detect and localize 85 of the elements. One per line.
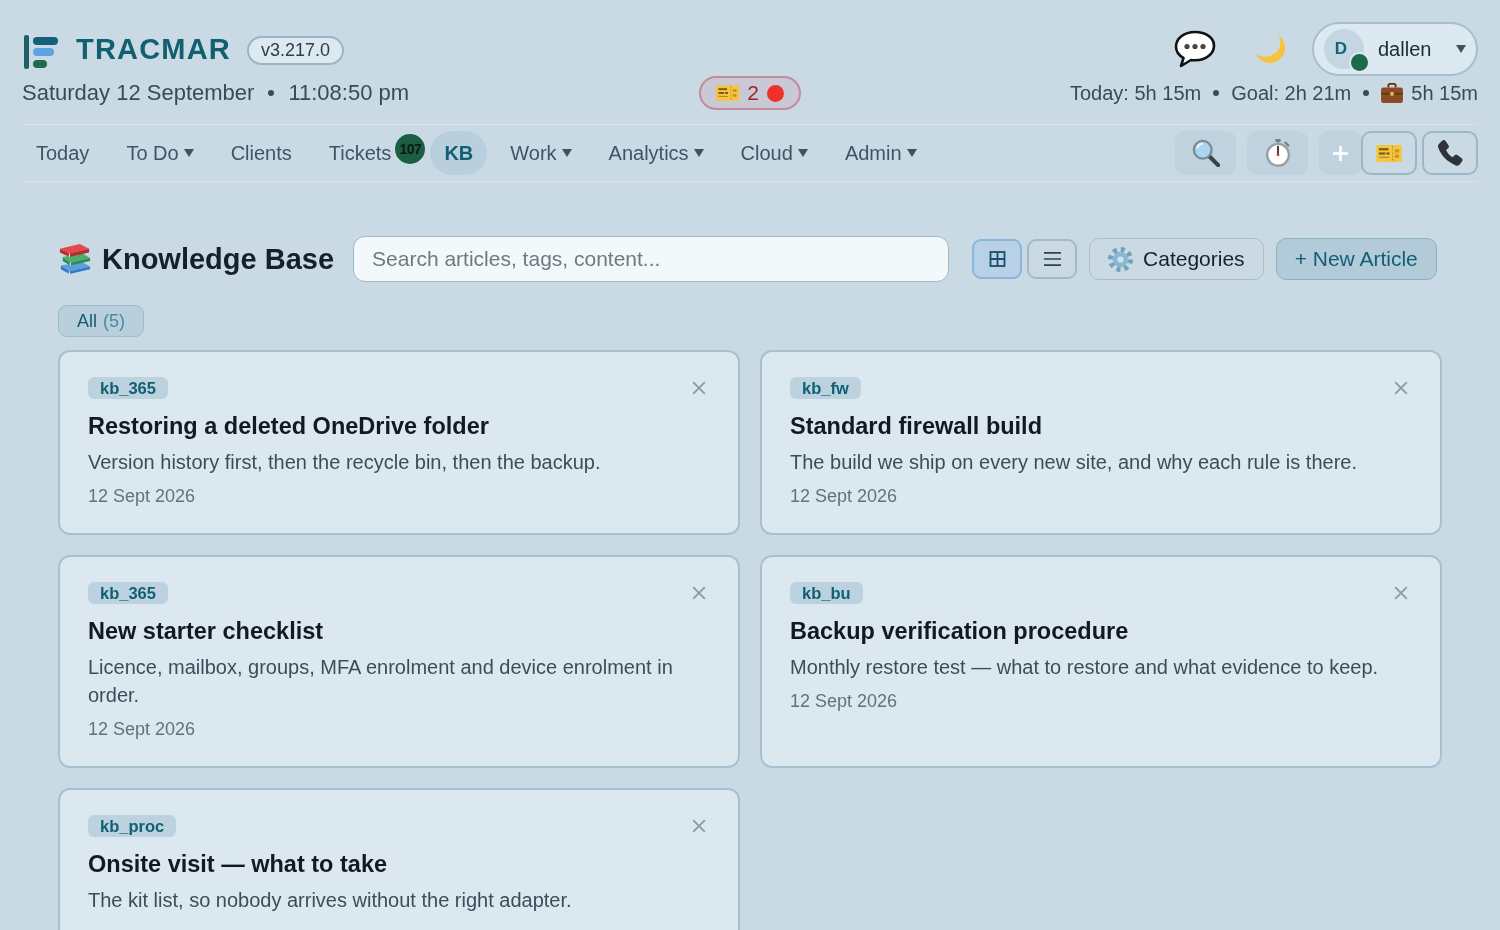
- close-button[interactable]: [690, 379, 708, 397]
- article-date: 12 Sept 2026: [88, 486, 197, 507]
- article-title: Standard firewall build: [790, 412, 1043, 440]
- nav-item[interactable]: Tickets 107: [314, 131, 430, 175]
- close-icon: [692, 381, 706, 395]
- article-title: New starter checklist: [88, 617, 325, 645]
- close-button[interactable]: [1392, 379, 1410, 397]
- article-card[interactable]: kb_fw Standard firewall build The build we ship on every new site, and why each rule is there. 12 Sept 2026: [760, 350, 1442, 535]
- article-summary: Licence, mailbox, groups, MFA enrolment and device enrolment in order.: [88, 655, 674, 708]
- phone-icon: [1436, 139, 1464, 167]
- close-icon: [1394, 381, 1408, 395]
- article-card[interactable]: kb_365 New starter checklist Licence, mailbox, groups, MFA enrolment and device enrolment in order. 12 Sept 2026: [58, 555, 740, 768]
- close-button[interactable]: [690, 817, 708, 835]
- bullet-icon: [1213, 90, 1220, 96]
- filter-count: (5): [103, 310, 125, 332]
- close-icon: [692, 819, 706, 833]
- logo-icon: [24, 35, 58, 69]
- nav-item[interactable]: To Do: [112, 131, 208, 175]
- time-stat: Today: 5h 15m: [1070, 81, 1202, 105]
- new-article-button[interactable]: + New Article: [1275, 238, 1437, 280]
- grid-view-button[interactable]: [972, 239, 1023, 279]
- search-button[interactable]: [1175, 131, 1236, 175]
- article-tag: kb_365: [88, 377, 168, 399]
- status-dot-icon: [766, 84, 784, 102]
- caret-icon: [1456, 45, 1466, 53]
- list-view-button[interactable]: [1027, 239, 1078, 279]
- article-date: 12 Sept 2026: [790, 691, 899, 712]
- current-time: 11:08:50 pm: [288, 80, 410, 106]
- article-title: Backup verification procedure: [790, 617, 1130, 645]
- article-summary: The kit list, so nobody arrives without the right adapter.: [88, 888, 573, 913]
- close-icon: [692, 586, 706, 600]
- nav-item[interactable]: Cloud: [726, 131, 822, 175]
- article-card[interactable]: kb_proc Onsite visit — what to take The kit list, so nobody arrives without the right adapter.: [58, 788, 740, 930]
- grid-icon: [988, 251, 1006, 267]
- article-date: 12 Sept 2026: [790, 486, 899, 507]
- books-icon: [58, 243, 92, 275]
- filter-chip[interactable]: All (5): [58, 305, 144, 337]
- bullet-icon: [268, 90, 275, 96]
- article-tag: kb_fw: [790, 377, 861, 399]
- article-tag: kb_365: [88, 582, 168, 604]
- article-tag: kb_proc: [88, 815, 177, 837]
- nav-item[interactable]: Work: [496, 131, 586, 175]
- nav-item[interactable]: Analytics: [594, 131, 718, 175]
- ticket-icon: [716, 85, 740, 101]
- search-field[interactable]: Search articles, tags, content...: [353, 236, 950, 282]
- version-badge: v3.217.0: [247, 36, 345, 65]
- article-date: 12 Sept 2026: [88, 719, 197, 740]
- nav-item[interactable]: Clients: [216, 131, 306, 175]
- article-summary: The build we ship on every new site, and why each rule is there.: [790, 450, 1358, 475]
- user-menu-button[interactable]: D dallen: [1312, 22, 1478, 76]
- briefcase-icon: [1381, 83, 1404, 103]
- timer-button[interactable]: [1247, 131, 1308, 175]
- search-icon: [1191, 139, 1220, 167]
- user-name: dallen: [1378, 37, 1433, 61]
- gear-icon: [1108, 246, 1134, 272]
- nav-item[interactable]: Admin: [830, 131, 931, 175]
- speech-bubble-icon[interactable]: [1174, 30, 1216, 68]
- stopwatch-icon: [1263, 139, 1292, 167]
- close-button[interactable]: [690, 584, 708, 602]
- tickets-button[interactable]: [1361, 131, 1417, 175]
- article-tag: kb_bu: [790, 582, 863, 604]
- nav-item[interactable]: Today: [22, 131, 104, 175]
- list-icon: [1043, 251, 1061, 267]
- categories-button[interactable]: Categories: [1089, 238, 1264, 280]
- close-icon: [1394, 586, 1408, 600]
- app-name: TRACMAR: [76, 32, 231, 66]
- ticket-icon: [1376, 144, 1402, 162]
- current-date: Saturday 12 September: [22, 80, 255, 106]
- time-stat: 5h 15m: [1411, 81, 1478, 105]
- ticket-alert-button[interactable]: 2: [699, 76, 801, 110]
- time-stat: Goal: 2h 21m: [1231, 81, 1352, 105]
- article-summary: Version history first, then the recycle bin, then the backup.: [88, 450, 602, 475]
- page-title: Knowledge Base: [102, 242, 335, 276]
- count-badge: 107: [395, 134, 426, 164]
- phone-button[interactable]: [1422, 131, 1478, 175]
- add-button[interactable]: [1319, 131, 1362, 175]
- article-card[interactable]: kb_bu Backup verification procedure Monthly restore test — what to restore and what evidence to keep. 12 Sept 2026: [760, 555, 1442, 768]
- article-title: Onsite visit — what to take: [88, 850, 389, 878]
- article-title: Restoring a deleted OneDrive folder: [88, 412, 490, 440]
- bullet-icon: [1363, 90, 1370, 96]
- article-card[interactable]: kb_365 Restoring a deleted OneDrive folder Version history first, then the recycle bin, then the backup. 12 Sept 2026: [58, 350, 740, 535]
- nav-item[interactable]: KB: [430, 131, 488, 175]
- close-button[interactable]: [1392, 584, 1410, 602]
- article-summary: Monthly restore test — what to restore and what evidence to keep.: [790, 655, 1380, 680]
- plus-icon: [1333, 145, 1348, 161]
